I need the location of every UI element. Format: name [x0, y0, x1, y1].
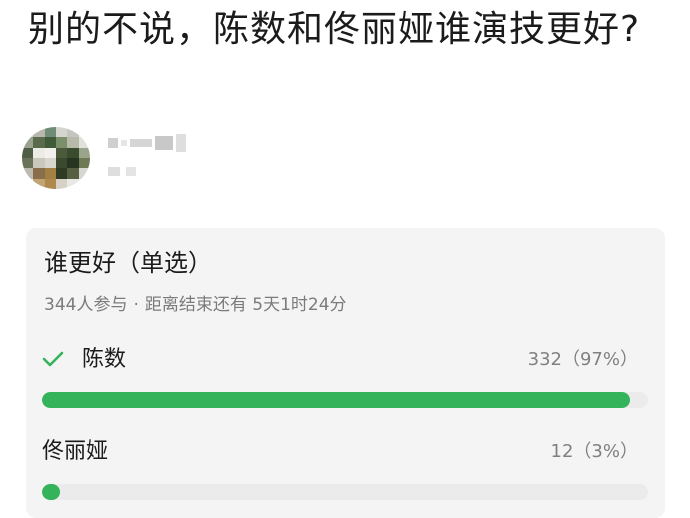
author-meta-redacted [108, 163, 148, 179]
poll-option-count: 332（97%） [527, 349, 638, 370]
poll-option-bar-track [42, 392, 648, 408]
poll-option-bar-fill [42, 484, 61, 500]
poll-deadline: 距离结束还有 5天1时24分 [144, 295, 347, 315]
poll-meta: 344人参与 · 距离结束还有 5天1时24分 [44, 293, 347, 317]
poll-option-label: 陈数 [82, 347, 127, 372]
poll-card: 谁更好（单选） 344人参与 · 距离结束还有 5天1时24分 陈数 332（97%… [26, 228, 665, 518]
poll-option-label: 佟丽娅 [42, 439, 109, 464]
poll-option-bar-track [42, 484, 648, 500]
poll-title: 谁更好（单选） [44, 249, 212, 277]
poll-participants: 344人参与 [44, 295, 128, 315]
author-name-redacted[interactable] [108, 131, 198, 155]
poll-option[interactable]: 陈数 332（97%） [42, 344, 648, 408]
author-avatar[interactable] [22, 127, 90, 189]
poll-option[interactable]: 佟丽娅 12（3%） [42, 436, 648, 500]
check-icon [42, 351, 64, 367]
question-title: 别的不说，陈数和佟丽娅谁演技更好? [28, 9, 641, 50]
poll-option-bar-fill [42, 392, 630, 408]
poll-option-count: 12（3%） [550, 441, 638, 462]
poll-meta-separator: · [133, 295, 139, 315]
